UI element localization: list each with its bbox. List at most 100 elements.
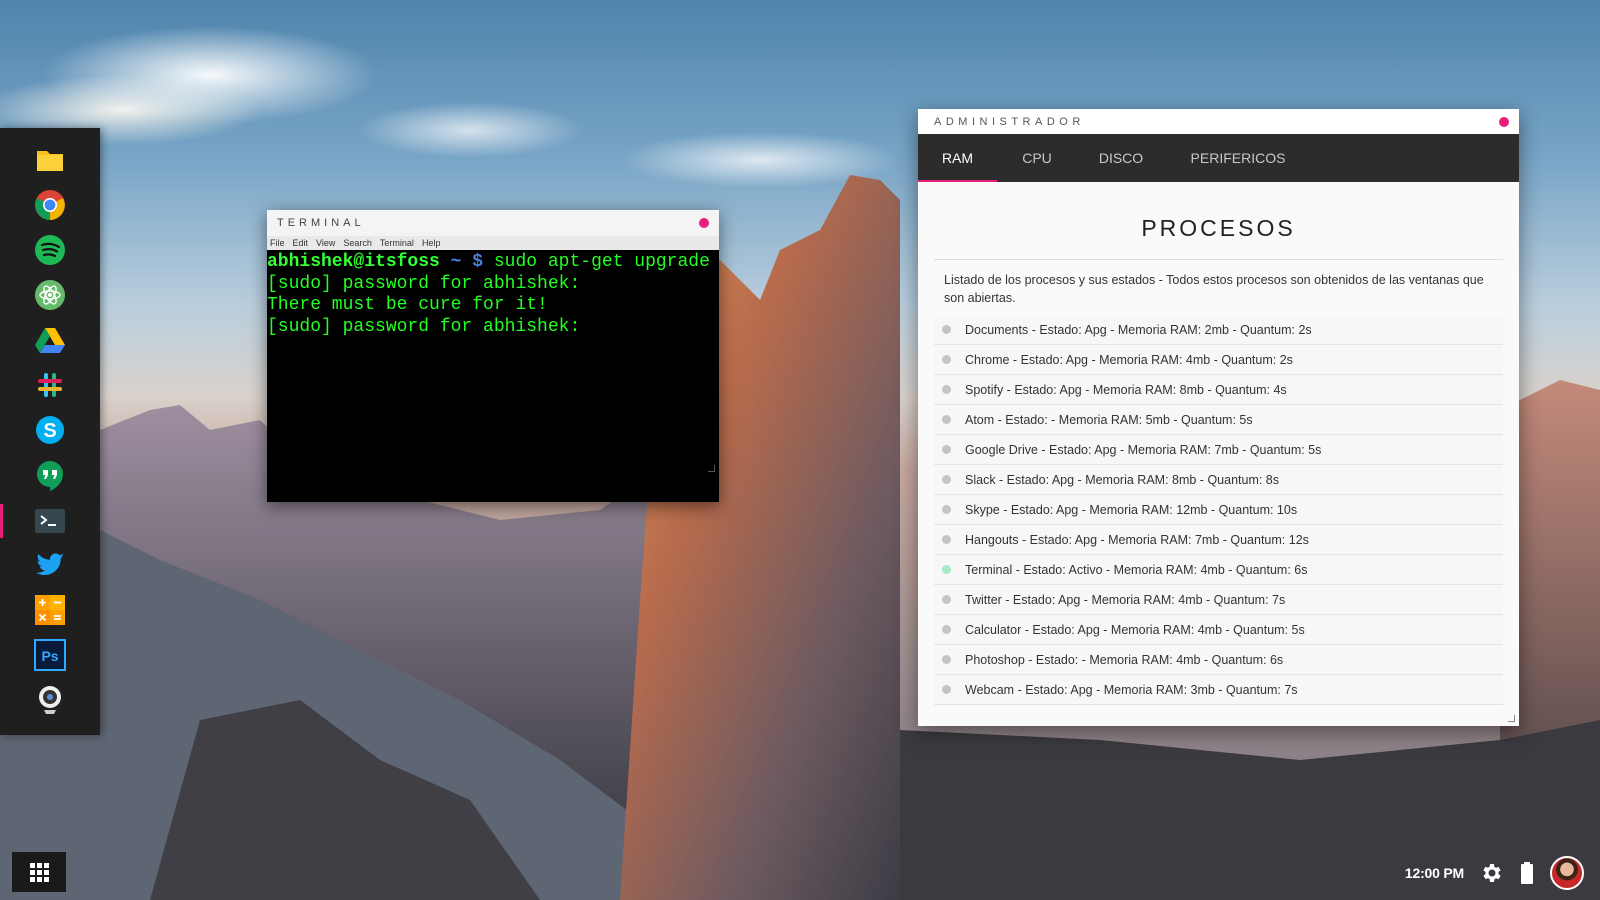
calculator-icon bbox=[35, 595, 65, 625]
battery-icon[interactable] bbox=[1520, 861, 1534, 885]
process-label: Twitter - Estado: Apg - Memoria RAM: 4mb… bbox=[965, 592, 1286, 607]
process-label: Chrome - Estado: Apg - Memoria RAM: 4mb … bbox=[965, 352, 1293, 367]
status-dot-icon bbox=[942, 385, 951, 394]
process-row[interactable]: Chrome - Estado: Apg - Memoria RAM: 4mb … bbox=[934, 345, 1503, 375]
menu-view[interactable]: View bbox=[316, 238, 335, 248]
skype-icon: S bbox=[36, 416, 64, 444]
status-dot-icon bbox=[942, 625, 951, 634]
menu-search[interactable]: Search bbox=[343, 238, 372, 248]
process-label: Photoshop - Estado: - Memoria RAM: 4mb -… bbox=[965, 652, 1284, 667]
dock-item-calculator[interactable] bbox=[30, 590, 70, 630]
status-dot-icon bbox=[942, 595, 951, 604]
terminal-window[interactable]: TERMINAL File Edit View Search Terminal … bbox=[267, 210, 719, 502]
drive-icon bbox=[35, 328, 65, 353]
dock-item-spotify[interactable] bbox=[30, 230, 70, 270]
app-launcher-button[interactable] bbox=[12, 852, 66, 892]
process-row[interactable]: Documents - Estado: Apg - Memoria RAM: 2… bbox=[934, 315, 1503, 345]
svg-text:S: S bbox=[43, 420, 56, 442]
dock-item-files[interactable] bbox=[30, 140, 70, 180]
dock-item-google-drive[interactable] bbox=[30, 320, 70, 360]
terminal-icon bbox=[35, 509, 65, 533]
menu-terminal[interactable]: Terminal bbox=[380, 238, 414, 248]
process-label: Spotify - Estado: Apg - Memoria RAM: 8mb… bbox=[965, 382, 1287, 397]
admin-title-bar[interactable]: ADMINISTRADOR bbox=[918, 109, 1519, 134]
terminal-title-bar[interactable]: TERMINAL bbox=[267, 210, 719, 236]
grid-icon bbox=[29, 862, 49, 882]
status-dot-icon bbox=[942, 475, 951, 484]
webcam-icon bbox=[39, 686, 61, 714]
process-label: Atom - Estado: - Memoria RAM: 5mb - Quan… bbox=[965, 412, 1253, 427]
photoshop-icon: Ps bbox=[34, 639, 66, 671]
close-button[interactable] bbox=[699, 218, 709, 228]
tab-disco[interactable]: DISCO bbox=[1077, 134, 1165, 182]
process-label: Google Drive - Estado: Apg - Memoria RAM… bbox=[965, 442, 1322, 457]
process-label: Documents - Estado: Apg - Memoria RAM: 2… bbox=[965, 322, 1312, 337]
process-row[interactable]: Photoshop - Estado: - Memoria RAM: 4mb -… bbox=[934, 645, 1503, 675]
menu-help[interactable]: Help bbox=[422, 238, 441, 248]
application-dock: S Ps bbox=[0, 128, 100, 735]
clock[interactable]: 12:00 PM bbox=[1405, 865, 1464, 881]
process-row[interactable]: Calculator - Estado: Apg - Memoria RAM: … bbox=[934, 615, 1503, 645]
atom-icon bbox=[35, 280, 65, 310]
terminal-line: [sudo] password for abhishek: bbox=[267, 273, 581, 294]
process-label: Calculator - Estado: Apg - Memoria RAM: … bbox=[965, 622, 1305, 637]
process-row[interactable]: Atom - Estado: - Memoria RAM: 5mb - Quan… bbox=[934, 405, 1503, 435]
divider bbox=[934, 259, 1503, 260]
prompt-path: ~ $ bbox=[439, 252, 484, 272]
dock-item-twitter[interactable] bbox=[30, 545, 70, 585]
resize-handle[interactable] bbox=[1508, 715, 1515, 722]
process-label: Terminal - Estado: Activo - Memoria RAM:… bbox=[965, 562, 1308, 577]
process-row[interactable]: Hangouts - Estado: Apg - Memoria RAM: 7m… bbox=[934, 525, 1503, 555]
status-dot-icon bbox=[942, 325, 951, 334]
dock-item-hangouts[interactable] bbox=[30, 455, 70, 495]
dock-item-chrome[interactable] bbox=[30, 185, 70, 225]
status-dot-icon bbox=[942, 535, 951, 544]
tab-ram[interactable]: RAM bbox=[918, 134, 997, 182]
gear-icon[interactable] bbox=[1480, 861, 1504, 885]
system-tray: 12:00 PM bbox=[1360, 850, 1600, 896]
terminal-line: [sudo] password for abhishek: bbox=[267, 316, 581, 337]
tab-perifericos[interactable]: PERIFERICOS bbox=[1165, 134, 1311, 182]
menu-file[interactable]: File bbox=[270, 238, 285, 248]
process-row[interactable]: Skype - Estado: Apg - Memoria RAM: 12mb … bbox=[934, 495, 1503, 525]
terminal-output[interactable]: abhishek@itsfoss ~ $ sudo apt-get upgrad… bbox=[267, 250, 719, 338]
page-title: PROCESOS bbox=[1141, 215, 1296, 241]
slack-icon bbox=[38, 373, 62, 397]
admin-tabs: RAM CPU DISCO PERIFERICOS bbox=[918, 134, 1519, 182]
process-row[interactable]: Terminal - Estado: Activo - Memoria RAM:… bbox=[934, 555, 1503, 585]
status-dot-icon bbox=[942, 415, 951, 424]
process-list: Documents - Estado: Apg - Memoria RAM: 2… bbox=[934, 315, 1503, 705]
dock-item-photoshop[interactable]: Ps bbox=[30, 635, 70, 675]
process-row[interactable]: Google Drive - Estado: Apg - Memoria RAM… bbox=[934, 435, 1503, 465]
administrator-window[interactable]: ADMINISTRADOR RAM CPU DISCO PERIFERICOS … bbox=[918, 109, 1519, 726]
dock-item-webcam[interactable] bbox=[30, 680, 70, 720]
process-label: Skype - Estado: Apg - Memoria RAM: 12mb … bbox=[965, 502, 1298, 517]
prompt-command: sudo apt-get upgrade bbox=[483, 252, 710, 272]
folder-icon bbox=[37, 151, 63, 171]
process-row[interactable]: Webcam - Estado: Apg - Memoria RAM: 3mb … bbox=[934, 675, 1503, 705]
dock-item-slack[interactable] bbox=[30, 365, 70, 405]
terminal-line: There must be cure for it! bbox=[267, 295, 548, 315]
resize-handle[interactable] bbox=[708, 465, 715, 472]
process-label: Hangouts - Estado: Apg - Memoria RAM: 7m… bbox=[965, 532, 1309, 547]
process-row[interactable]: Slack - Estado: Apg - Memoria RAM: 8mb -… bbox=[934, 465, 1503, 495]
status-dot-icon bbox=[942, 355, 951, 364]
process-label: Webcam - Estado: Apg - Memoria RAM: 3mb … bbox=[965, 682, 1298, 697]
process-label: Slack - Estado: Apg - Memoria RAM: 8mb -… bbox=[965, 472, 1280, 487]
user-avatar[interactable] bbox=[1550, 856, 1584, 890]
menu-edit[interactable]: Edit bbox=[293, 238, 309, 248]
process-row[interactable]: Spotify - Estado: Apg - Memoria RAM: 8mb… bbox=[934, 375, 1503, 405]
dock-active-indicator bbox=[0, 504, 3, 538]
tab-cpu[interactable]: CPU bbox=[997, 134, 1077, 182]
spotify-icon bbox=[35, 235, 65, 265]
hangouts-icon bbox=[37, 461, 63, 491]
svg-text:Ps: Ps bbox=[41, 648, 58, 664]
dock-item-terminal[interactable] bbox=[30, 501, 70, 541]
dock-item-skype[interactable]: S bbox=[30, 410, 70, 450]
close-button[interactable] bbox=[1499, 116, 1509, 127]
terminal-title: TERMINAL bbox=[277, 217, 365, 229]
status-dot-icon bbox=[942, 565, 951, 574]
process-row[interactable]: Twitter - Estado: Apg - Memoria RAM: 4mb… bbox=[934, 585, 1503, 615]
dock-item-atom[interactable] bbox=[30, 275, 70, 315]
status-dot-icon bbox=[942, 505, 951, 514]
